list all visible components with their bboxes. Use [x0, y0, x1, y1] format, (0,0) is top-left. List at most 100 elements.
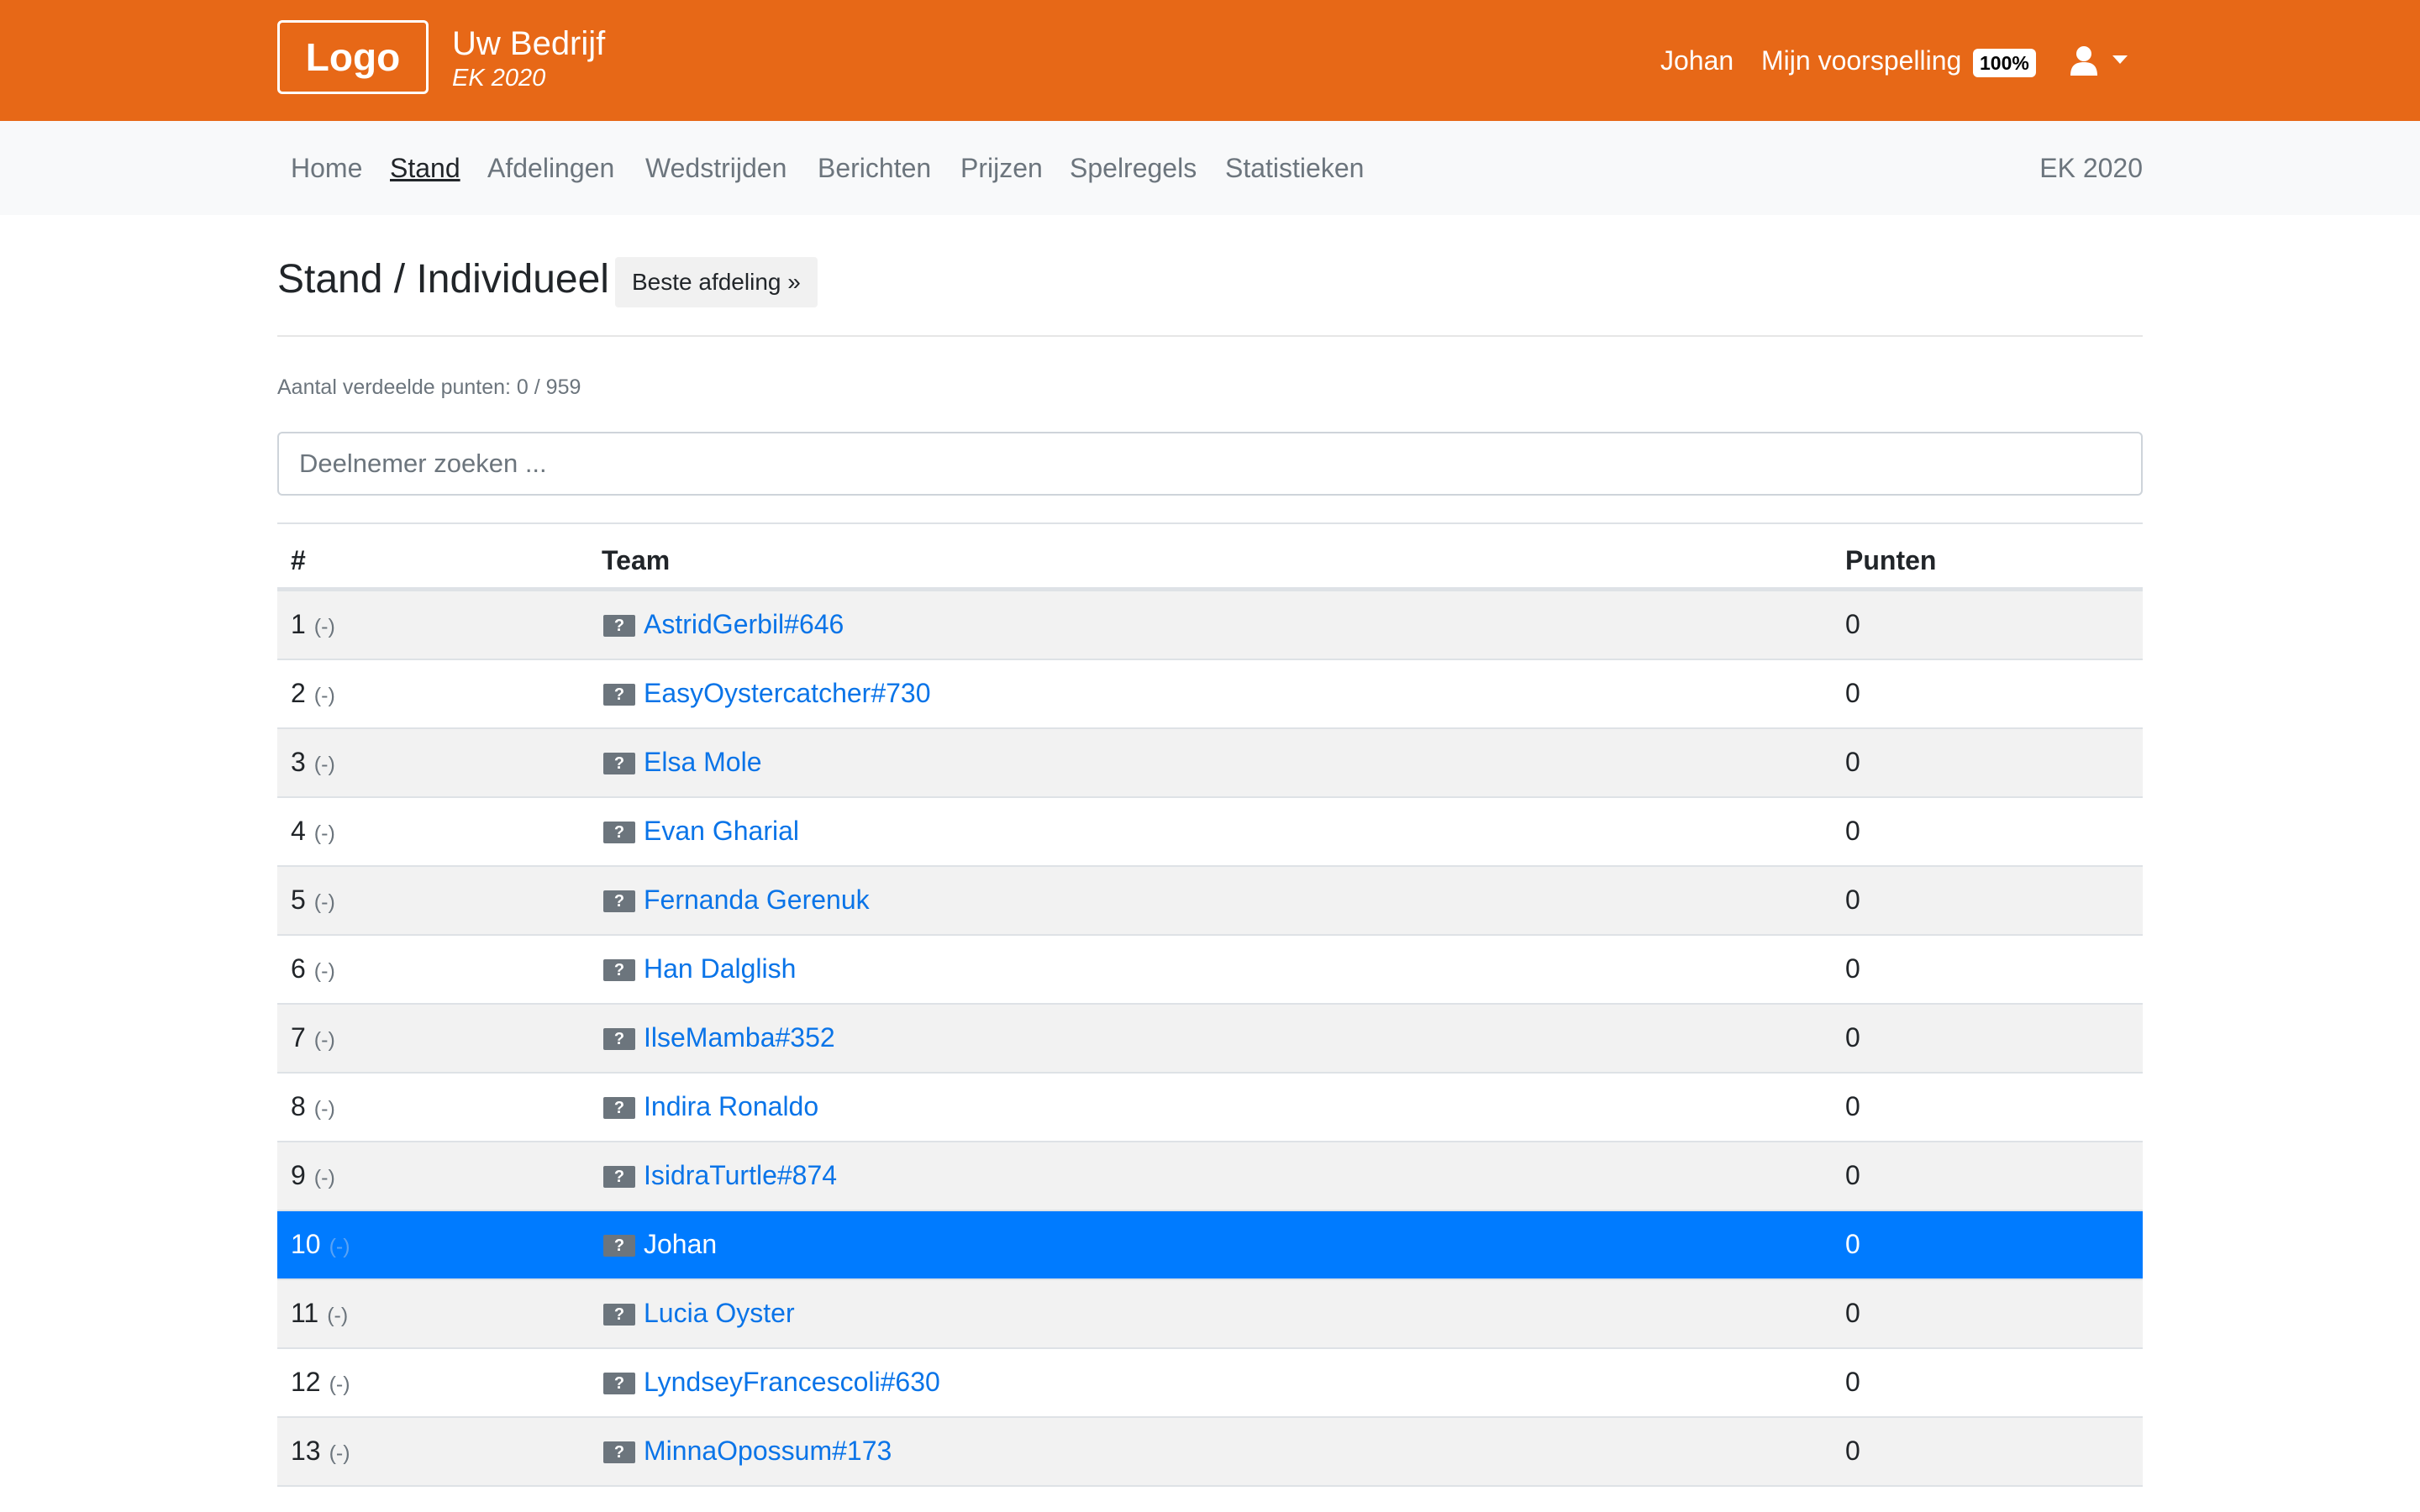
unknown-flag-icon: ? — [603, 1028, 635, 1050]
team-link[interactable]: Elsa Mole — [644, 744, 762, 780]
rank-cell: 3 (-) — [291, 744, 335, 782]
table-row: 13 (-)? MinnaOpossum#173 0 — [277, 1418, 2143, 1487]
table-row: 12 (-)? LyndseyFrancescoli#630 0 — [277, 1349, 2143, 1418]
team-link[interactable]: Indira Ronaldo — [644, 1089, 818, 1124]
points-cell: 0 — [1845, 1091, 1860, 1121]
header-rank: # — [291, 545, 306, 575]
rank-number: 10 — [291, 1229, 321, 1259]
tournament-label: EK 2020 — [2039, 153, 2143, 183]
unknown-flag-icon: ? — [603, 1097, 635, 1119]
top-bar: Logo Uw Bedrijf EK 2020 Johan Mijn voors… — [0, 0, 2420, 121]
team-link[interactable]: LyndseyFrancescoli#630 — [644, 1364, 940, 1399]
table-row: 3 (-)? Elsa Mole 0 — [277, 729, 2143, 798]
rank-change: (-) — [313, 1166, 335, 1189]
team-link[interactable]: Han Dalglish — [644, 951, 796, 986]
rank-change: (-) — [329, 1441, 350, 1465]
chevron-down-icon — [2112, 55, 2128, 64]
team-link[interactable]: Fernanda Gerenuk — [644, 882, 870, 917]
rank-cell: 8 (-) — [291, 1089, 335, 1126]
nav-stand[interactable]: Stand — [390, 150, 460, 186]
team-link[interactable]: AstridGerbil#646 — [644, 606, 844, 642]
rank-number: 12 — [291, 1367, 321, 1397]
team-link[interactable]: Lucia Oyster — [644, 1295, 795, 1331]
rank-cell: 13 (-) — [291, 1433, 350, 1471]
points-cell: 0 — [1845, 1022, 1860, 1053]
rank-change: (-) — [313, 615, 335, 638]
my-prediction-link[interactable]: Mijn voorspelling — [1761, 42, 1961, 79]
rank-cell: 1 (-) — [291, 606, 335, 644]
table-row: 4 (-)? Evan Gharial 0 — [277, 798, 2143, 867]
table-row: 7 (-)? IlseMamba#352 0 — [277, 1005, 2143, 1074]
points-cell: 0 — [1845, 1229, 1860, 1259]
table-header: # Team Punten — [277, 522, 2143, 591]
points-cell: 0 — [1845, 678, 1860, 708]
unknown-flag-icon: ? — [603, 822, 635, 843]
rank-cell: 4 (-) — [291, 813, 335, 851]
rank-number: 1 — [291, 609, 306, 639]
rank-change: (-) — [313, 822, 335, 845]
participant-search-input[interactable] — [277, 432, 2143, 496]
team-link[interactable]: IlseMamba#352 — [644, 1020, 835, 1055]
rank-cell: 11 (-) — [291, 1295, 348, 1333]
rank-number: 9 — [291, 1160, 306, 1190]
unknown-flag-icon: ? — [603, 684, 635, 706]
table-row: 5 (-)? Fernanda Gerenuk 0 — [277, 867, 2143, 936]
rank-number: 6 — [291, 953, 306, 984]
points-distributed-info: Aantal verdeelde punten: 0 / 959 — [277, 375, 581, 399]
points-cell: 0 — [1845, 1298, 1860, 1328]
table-row: 9 (-)? IsidraTurtle#874 0 — [277, 1142, 2143, 1211]
user-icon — [2070, 46, 2097, 76]
rank-number: 5 — [291, 885, 306, 915]
unknown-flag-icon: ? — [603, 1441, 635, 1463]
team-link[interactable]: IsidraTurtle#874 — [644, 1158, 837, 1193]
user-name-link[interactable]: Johan — [1660, 42, 1733, 79]
points-cell: 0 — [1845, 609, 1860, 639]
nav-prijzen[interactable]: Prijzen — [960, 150, 1043, 186]
rank-number: 8 — [291, 1091, 306, 1121]
rank-number: 3 — [291, 747, 306, 777]
rank-change: (-) — [313, 753, 335, 776]
team-link[interactable]: Johan — [644, 1226, 717, 1262]
rank-change: (-) — [313, 1028, 335, 1052]
rank-change: (-) — [313, 959, 335, 983]
nav-berichten[interactable]: Berichten — [818, 150, 931, 186]
points-cell: 0 — [1845, 1160, 1860, 1190]
rank-cell: 12 (-) — [291, 1364, 350, 1402]
table-row: 8 (-)? Indira Ronaldo 0 — [277, 1074, 2143, 1142]
team-link[interactable]: Evan Gharial — [644, 813, 799, 848]
main-nav: Home Stand Afdelingen Wedstrijden Berich… — [0, 121, 2420, 215]
rank-number: 2 — [291, 678, 306, 708]
rank-change: (-) — [327, 1304, 349, 1327]
rank-number: 7 — [291, 1022, 306, 1053]
team-link[interactable]: MinnaOpossum#173 — [644, 1433, 892, 1468]
tournament-name: EK 2020 — [452, 65, 546, 92]
table-row: 2 (-)? EasyOystercatcher#730 0 — [277, 660, 2143, 729]
nav-afdelingen[interactable]: Afdelingen — [487, 150, 614, 186]
points-cell: 0 — [1845, 885, 1860, 915]
nav-home[interactable]: Home — [291, 150, 362, 186]
user-menu-toggle[interactable] — [2069, 42, 2136, 79]
nav-wedstrijden[interactable]: Wedstrijden — [645, 150, 786, 186]
rank-cell: 7 (-) — [291, 1020, 335, 1058]
header-team: Team — [602, 545, 671, 575]
points-cell: 0 — [1845, 953, 1860, 984]
rank-number: 13 — [291, 1436, 321, 1466]
nav-spelregels[interactable]: Spelregels — [1070, 150, 1197, 186]
table-row: 1 (-)? AstridGerbil#646 0 — [277, 591, 2143, 660]
best-department-button[interactable]: Beste afdeling » — [615, 257, 818, 307]
rank-cell: 10 (-) — [291, 1226, 350, 1264]
unknown-flag-icon: ? — [603, 753, 635, 774]
team-link[interactable]: EasyOystercatcher#730 — [644, 675, 931, 711]
divider — [277, 335, 2143, 337]
logo[interactable]: Logo — [277, 20, 429, 94]
unknown-flag-icon: ? — [603, 1304, 635, 1326]
prediction-progress-badge: 100% — [1973, 49, 2036, 77]
unknown-flag-icon: ? — [603, 1166, 635, 1188]
unknown-flag-icon: ? — [603, 959, 635, 981]
unknown-flag-icon: ? — [603, 890, 635, 912]
page-title: Stand / Individueel — [277, 257, 609, 302]
table-row: 10 (-)? Johan 0 — [277, 1211, 2143, 1280]
table-row: 11 (-)? Lucia Oyster 0 — [277, 1280, 2143, 1349]
rank-change: (-) — [329, 1373, 350, 1396]
nav-statistieken[interactable]: Statistieken — [1225, 150, 1364, 186]
